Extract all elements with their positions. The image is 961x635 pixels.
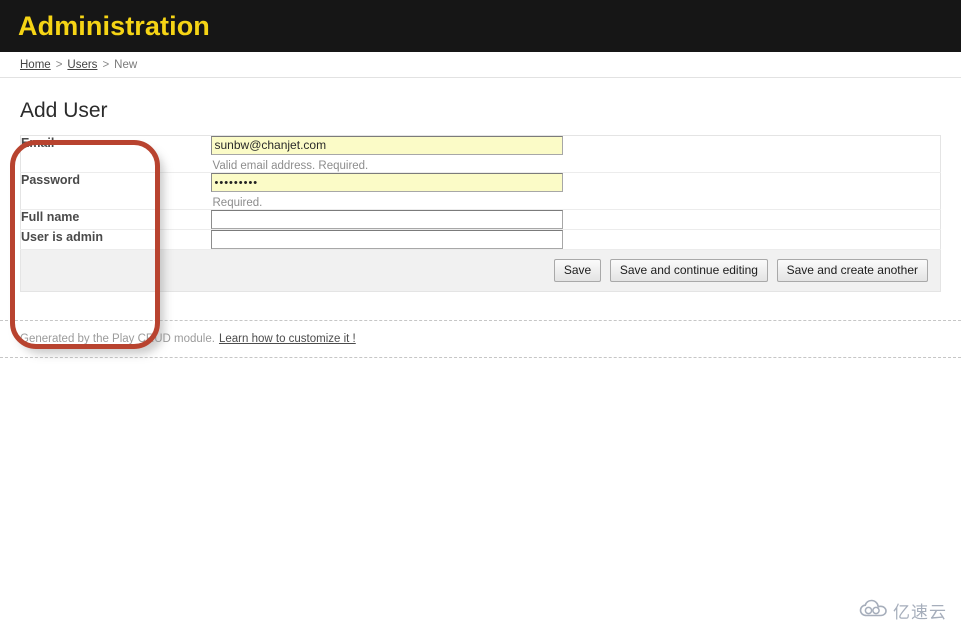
form-actions-cell: Save Save and continue editing Save and … xyxy=(20,249,941,292)
password-help-text: Required. xyxy=(212,197,263,209)
page-footer: Generated by the Play CRUD module. Learn… xyxy=(0,320,961,358)
breadcrumb-link-home[interactable]: Home xyxy=(20,59,51,71)
breadcrumb-separator: > xyxy=(102,58,110,71)
page-title: Add User xyxy=(20,99,108,122)
field-label-email: Email xyxy=(21,136,55,150)
breadcrumb-separator: > xyxy=(55,58,63,71)
field-cell-password: ••••••••• Required. xyxy=(210,173,941,210)
breadcrumb-link-users[interactable]: Users xyxy=(67,59,97,71)
form-row-user-is-admin: User is admin xyxy=(20,230,941,250)
form-row-fullname: Full name xyxy=(20,210,941,230)
breadcrumb-current: New xyxy=(114,58,138,71)
field-label-user-is-admin: User is admin xyxy=(21,230,103,244)
footer-customize-link[interactable]: Learn how to customize it ! xyxy=(219,333,356,345)
breadcrumb: Home > Users > New xyxy=(0,52,961,78)
field-label-password: Password xyxy=(21,173,81,187)
field-cell-fullname xyxy=(210,210,941,230)
form-row-password: Password ••••••••• Required. xyxy=(20,173,941,210)
email-input[interactable]: sunbw@chanjet.com xyxy=(210,136,563,155)
save-button[interactable]: Save xyxy=(553,259,602,282)
watermark-text: 亿速云 xyxy=(893,603,947,623)
cloud-icon xyxy=(858,599,888,622)
app-header: Administration xyxy=(0,0,961,52)
form-row-email: Email sunbw@chanjet.com Valid email addr… xyxy=(20,136,941,173)
add-user-form: Email sunbw@chanjet.com Valid email addr… xyxy=(20,135,941,292)
form-container: Email sunbw@chanjet.com Valid email addr… xyxy=(0,135,961,292)
email-help-text: Valid email address. Required. xyxy=(212,160,369,172)
password-input[interactable]: ••••••••• xyxy=(210,173,563,192)
field-cell-user-is-admin xyxy=(210,230,941,250)
user-is-admin-input[interactable] xyxy=(210,230,563,249)
field-label-fullname: Full name xyxy=(21,210,80,224)
form-actions-row: Save Save and continue editing Save and … xyxy=(20,249,941,292)
fullname-input[interactable] xyxy=(210,210,563,229)
watermark: 亿速云 xyxy=(858,598,947,623)
field-cell-email: sunbw@chanjet.com Valid email address. R… xyxy=(210,136,941,173)
footer-text: Generated by the Play CRUD module. xyxy=(20,333,215,345)
save-and-continue-editing-button[interactable]: Save and continue editing xyxy=(609,259,768,282)
app-title: Administration xyxy=(18,10,210,41)
save-and-create-another-button[interactable]: Save and create another xyxy=(776,259,928,282)
